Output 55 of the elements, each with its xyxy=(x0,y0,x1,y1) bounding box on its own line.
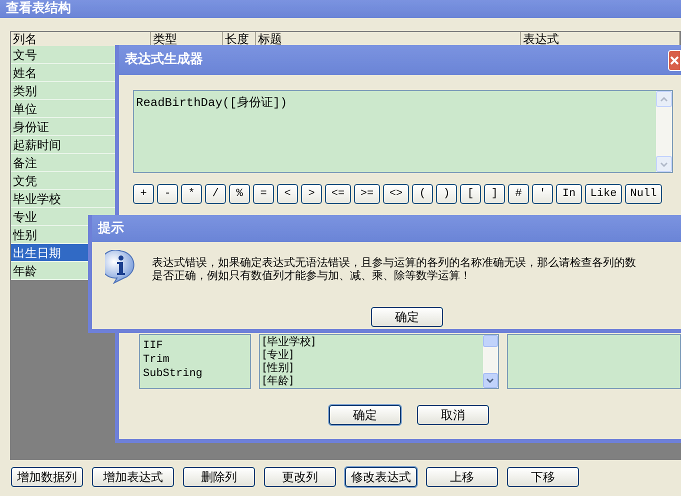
operator-button[interactable]: ] xyxy=(484,184,505,204)
operator-button[interactable]: ) xyxy=(436,184,457,204)
scroll-up-button[interactable] xyxy=(656,91,672,107)
expression-field[interactable]: ReadBirthDay([身份证]) xyxy=(133,90,673,173)
column-list[interactable]: [毕业学校] [专业] [性别] [年龄] xyxy=(258,334,499,389)
scroll-thumb[interactable] xyxy=(482,335,498,347)
toolbar-button[interactable]: 增加表达式 xyxy=(92,467,174,487)
window-title: 查看表结构 xyxy=(6,0,71,18)
list-item[interactable]: [毕业学校] xyxy=(262,335,483,348)
down-caret-icon xyxy=(660,162,668,166)
function-list[interactable]: IIF Trim SubString xyxy=(139,334,251,389)
operator-button[interactable]: / xyxy=(205,184,226,204)
down-caret-icon xyxy=(486,378,494,383)
toolbar-button[interactable]: 上移 xyxy=(426,467,498,487)
operator-button[interactable]: ( xyxy=(412,184,433,204)
list-box[interactable] xyxy=(506,334,681,389)
operator-button[interactable]: Like xyxy=(585,184,622,204)
dialog-button[interactable]: 取消 xyxy=(417,405,489,425)
toolbar-button[interactable]: 下移 xyxy=(507,467,579,487)
list-item[interactable]: [性别] xyxy=(262,361,483,374)
scrollbar[interactable] xyxy=(656,91,672,172)
operator-button[interactable]: Null xyxy=(625,184,662,204)
operator-button[interactable]: <= xyxy=(325,184,351,204)
operator-button[interactable]: % xyxy=(229,184,250,204)
list-item[interactable]: SubString xyxy=(143,367,250,381)
toolbar-button[interactable]: 更改列 xyxy=(264,467,336,487)
operator-button[interactable]: - xyxy=(157,184,178,204)
toolbar-button[interactable]: 修改表达式 xyxy=(345,467,417,487)
scrollbar[interactable] xyxy=(482,335,498,388)
toolbar-button[interactable]: 删除列 xyxy=(183,467,255,487)
operator-button[interactable]: [ xyxy=(460,184,481,204)
operator-button[interactable]: <> xyxy=(383,184,409,204)
message-text: 是否正确，例如只有数值列才能参与加、减、乘、除等数学运算！ xyxy=(152,269,472,282)
list-item[interactable]: [专业] xyxy=(262,348,483,361)
operator-button[interactable]: > xyxy=(301,184,322,204)
list-item[interactable]: Trim xyxy=(143,353,250,367)
operator-button[interactable]: In xyxy=(556,184,582,204)
operator-button[interactable]: >= xyxy=(354,184,380,204)
toolbar-button[interactable]: 增加数据列 xyxy=(11,467,83,487)
operator-button[interactable]: < xyxy=(277,184,298,204)
dialog-button[interactable]: 确定 xyxy=(329,405,401,425)
scroll-down-button[interactable] xyxy=(482,373,498,388)
list-item[interactable]: IIF xyxy=(143,339,250,353)
operator-button[interactable]: + xyxy=(133,184,154,204)
operator-button[interactable]: = xyxy=(253,184,274,204)
ok-button[interactable]: 确定 xyxy=(371,307,443,327)
list-item[interactable]: [年龄] xyxy=(262,374,483,387)
operator-button[interactable]: ' xyxy=(532,184,553,204)
info-icon xyxy=(105,250,137,284)
close-icon xyxy=(670,56,679,64)
operator-button[interactable]: # xyxy=(508,184,529,204)
up-caret-icon xyxy=(660,96,668,102)
close-button[interactable] xyxy=(668,50,681,70)
message-text: 表达式错误，如果确定表达式无语法错误，且参与运算的各列的名称准确无误，那么请检查各列的数 xyxy=(152,256,636,269)
operator-button[interactable]: * xyxy=(181,184,202,204)
